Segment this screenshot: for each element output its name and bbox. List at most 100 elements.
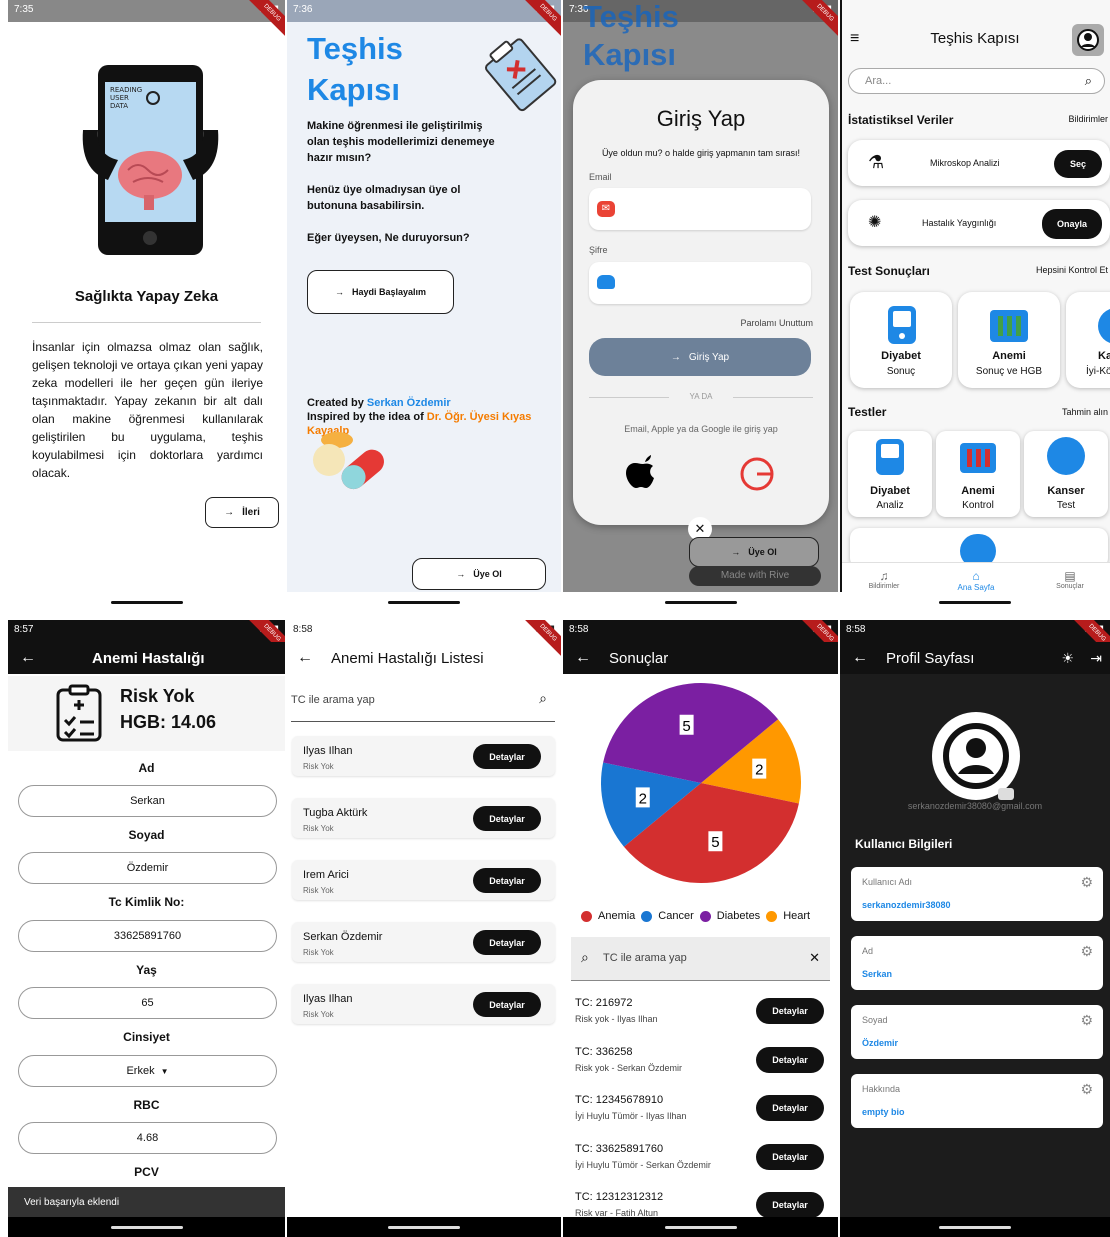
back-icon[interactable]: ← bbox=[20, 649, 70, 667]
details-button[interactable]: Detaylar bbox=[473, 992, 541, 1017]
details-button[interactable]: Detaylar bbox=[756, 998, 824, 1024]
surname-field[interactable]: Özdemir bbox=[18, 852, 277, 884]
list-item[interactable]: Irem Arici Risk Yok Detaylar bbox=[292, 860, 555, 900]
clear-icon[interactable]: ✕ bbox=[809, 950, 820, 966]
email-field[interactable]: ✉ bbox=[589, 188, 811, 230]
label-name: Ad bbox=[138, 761, 155, 775]
next-button[interactable]: → İleri bbox=[205, 497, 279, 528]
back-icon[interactable]: ← bbox=[575, 649, 591, 667]
details-button[interactable]: Detaylar bbox=[473, 930, 541, 955]
gesture-bar bbox=[287, 592, 561, 612]
screen-login: 7:36▾◢ ▮ DEBUG Teşhis Kapısı Giriş Yap Ü… bbox=[563, 0, 838, 612]
camera-icon[interactable] bbox=[998, 788, 1014, 800]
test-card-anemia[interactable]: Anemi Kontrol bbox=[936, 431, 1020, 517]
get-prediction-link[interactable]: Tahmin alın bbox=[1062, 407, 1108, 417]
info-card-name: Ad Serkan ⚙ bbox=[851, 936, 1103, 990]
login-button[interactable]: → Giriş Yap bbox=[589, 338, 811, 376]
list-item[interactable]: Ilyas Ilhan Risk Yok Detaylar bbox=[292, 736, 555, 776]
list-item[interactable]: TC: 33625891760 İyi Huylu Tümör - Serkan … bbox=[575, 1141, 828, 1181]
result-card-cancer[interactable]: Ka İyi-Kö bbox=[1066, 292, 1110, 388]
search-input[interactable]: ⌕ TC ile arama yap ✕ bbox=[571, 937, 830, 981]
forgot-password-link[interactable]: Parolamı Unuttum bbox=[740, 318, 813, 328]
background-title: Teşhis Kapısı bbox=[583, 0, 679, 72]
list-item[interactable]: Ilyas Ilhan Risk Yok Detaylar bbox=[292, 984, 555, 1024]
search-input[interactable]: Ara... ⌕ bbox=[848, 68, 1105, 94]
pie-value-label: 2 bbox=[639, 790, 647, 807]
back-icon[interactable]: ← bbox=[852, 649, 868, 667]
signup-button[interactable]: → Üye Ol bbox=[689, 537, 819, 567]
rbc-field[interactable]: 4.68 bbox=[18, 1122, 277, 1154]
select-button[interactable]: Seç bbox=[1054, 150, 1102, 178]
list-item[interactable]: TC: 12312312312 Risk var - Fatih Altun Det… bbox=[575, 1189, 828, 1219]
details-button[interactable]: Detaylar bbox=[473, 868, 541, 893]
settings-icon[interactable]: ⚙ bbox=[1080, 874, 1093, 891]
svg-text:USER: USER bbox=[110, 94, 129, 102]
signup-button[interactable]: → Üye Ol bbox=[412, 558, 546, 590]
result-card-anemia[interactable]: Anemi Sonuç ve HGB bbox=[958, 292, 1060, 388]
pie-value-label: 5 bbox=[711, 834, 719, 851]
hgb-value: HGB: 14.06 bbox=[120, 712, 217, 732]
details-button[interactable]: Detaylar bbox=[473, 806, 541, 831]
person-icon bbox=[1047, 437, 1085, 475]
details-button[interactable]: Detaylar bbox=[756, 1144, 824, 1170]
google-icon[interactable] bbox=[737, 454, 777, 494]
age-field[interactable]: 65 bbox=[18, 987, 277, 1019]
settings-icon[interactable]: ⚙ bbox=[1080, 943, 1093, 960]
check-all-link[interactable]: Hepsini Kontrol Et bbox=[1036, 265, 1108, 275]
details-button[interactable]: Detaylar bbox=[756, 1095, 824, 1121]
test-card-diabetes[interactable]: Diyabet Analiz bbox=[848, 431, 932, 517]
details-button[interactable]: Detaylar bbox=[756, 1192, 824, 1218]
result-card-diabetes[interactable]: Diyabet Sonuç bbox=[850, 292, 952, 388]
settings-icon[interactable]: ⚙ bbox=[1080, 1012, 1093, 1029]
gesture-bar bbox=[840, 1217, 1110, 1237]
name-field[interactable]: Serkan bbox=[18, 785, 277, 817]
gesture-bar bbox=[8, 592, 285, 612]
list-item[interactable]: TC: 336258 Risk yok - Serkan Özdemir Detay… bbox=[575, 1044, 828, 1084]
approve-button[interactable]: Onayla bbox=[1042, 209, 1102, 239]
list-item[interactable]: TC: 216972 Risk yok - Ilyas Ilhan Detaylar bbox=[575, 995, 828, 1035]
password-field[interactable] bbox=[589, 262, 811, 304]
status-bar: 8:57▾◢ ▮ bbox=[8, 620, 285, 642]
nav-notifications[interactable]: ♫ Bildirimler bbox=[854, 569, 914, 590]
gender-select[interactable]: Erkek ▼ bbox=[18, 1055, 277, 1087]
nav-home[interactable]: ⌂ Ana Sayfa bbox=[946, 569, 1006, 592]
back-icon[interactable]: ← bbox=[297, 649, 313, 667]
user-icon bbox=[1077, 29, 1099, 51]
status-bar: 8:58▾◢ ▮ bbox=[840, 620, 1110, 642]
results-title: Test Sonuçları bbox=[848, 264, 930, 278]
list-item[interactable]: Tugba Aktürk Risk Yok Detaylar bbox=[292, 798, 555, 838]
start-button[interactable]: → Haydi Başlayalım bbox=[307, 270, 454, 314]
list-item[interactable]: Serkan Özdemir Risk Yok Detaylar bbox=[292, 922, 555, 962]
svg-text:READING: READING bbox=[110, 86, 142, 94]
search-icon: ⌕ bbox=[1084, 73, 1092, 88]
details-button[interactable]: Detaylar bbox=[473, 744, 541, 769]
microscope-icon: ⚗ bbox=[868, 152, 885, 172]
logout-icon[interactable]: ⇥ bbox=[1090, 650, 1102, 667]
settings-icon[interactable]: ⚙ bbox=[1080, 1081, 1093, 1098]
dialog-subtitle: Üye oldun mu? o halde giriş yapmanın tam… bbox=[601, 148, 801, 158]
result-summary: Risk Yok HGB: 14.06 bbox=[8, 676, 285, 751]
pills-illustration bbox=[313, 432, 384, 490]
notifications-link[interactable]: Bildirimler bbox=[1068, 114, 1108, 124]
avatar-button[interactable] bbox=[1072, 24, 1104, 56]
test-tubes-icon bbox=[960, 443, 996, 473]
search-input[interactable]: TC ile arama yap ⌕ bbox=[291, 686, 555, 722]
login-hint: Eğer üyeysen, Ne duruyorsun? bbox=[307, 232, 470, 244]
details-button[interactable]: Detaylar bbox=[756, 1047, 824, 1073]
app-bar: ← Anemi Hastalığı bbox=[8, 642, 285, 674]
results-icon: ▤ bbox=[1064, 569, 1076, 583]
info-card-about: Hakkında empty bio ⚙ bbox=[851, 1074, 1103, 1128]
legend-label: Diabetes bbox=[716, 910, 761, 922]
info-card-surname: Soyad Özdemir ⚙ bbox=[851, 1005, 1103, 1059]
tc-field[interactable]: 33625891760 bbox=[18, 920, 277, 952]
dialog-title: Giriş Yap bbox=[656, 106, 746, 131]
test-card-cancer[interactable]: Kanser Test bbox=[1024, 431, 1108, 517]
nav-results[interactable]: ▤ Sonuçlar bbox=[1040, 569, 1100, 590]
legend-marker-cancer bbox=[641, 910, 653, 922]
avatar[interactable] bbox=[932, 712, 1020, 800]
list-item[interactable]: TC: 12345678910 İyi Huylu Tümör - Ilyas I… bbox=[575, 1092, 828, 1132]
apple-icon[interactable] bbox=[623, 452, 663, 498]
theme-toggle-icon[interactable]: ☀ bbox=[1061, 650, 1074, 667]
pie-value-label: 5 bbox=[682, 718, 690, 735]
label-surname: Soyad bbox=[128, 828, 165, 842]
